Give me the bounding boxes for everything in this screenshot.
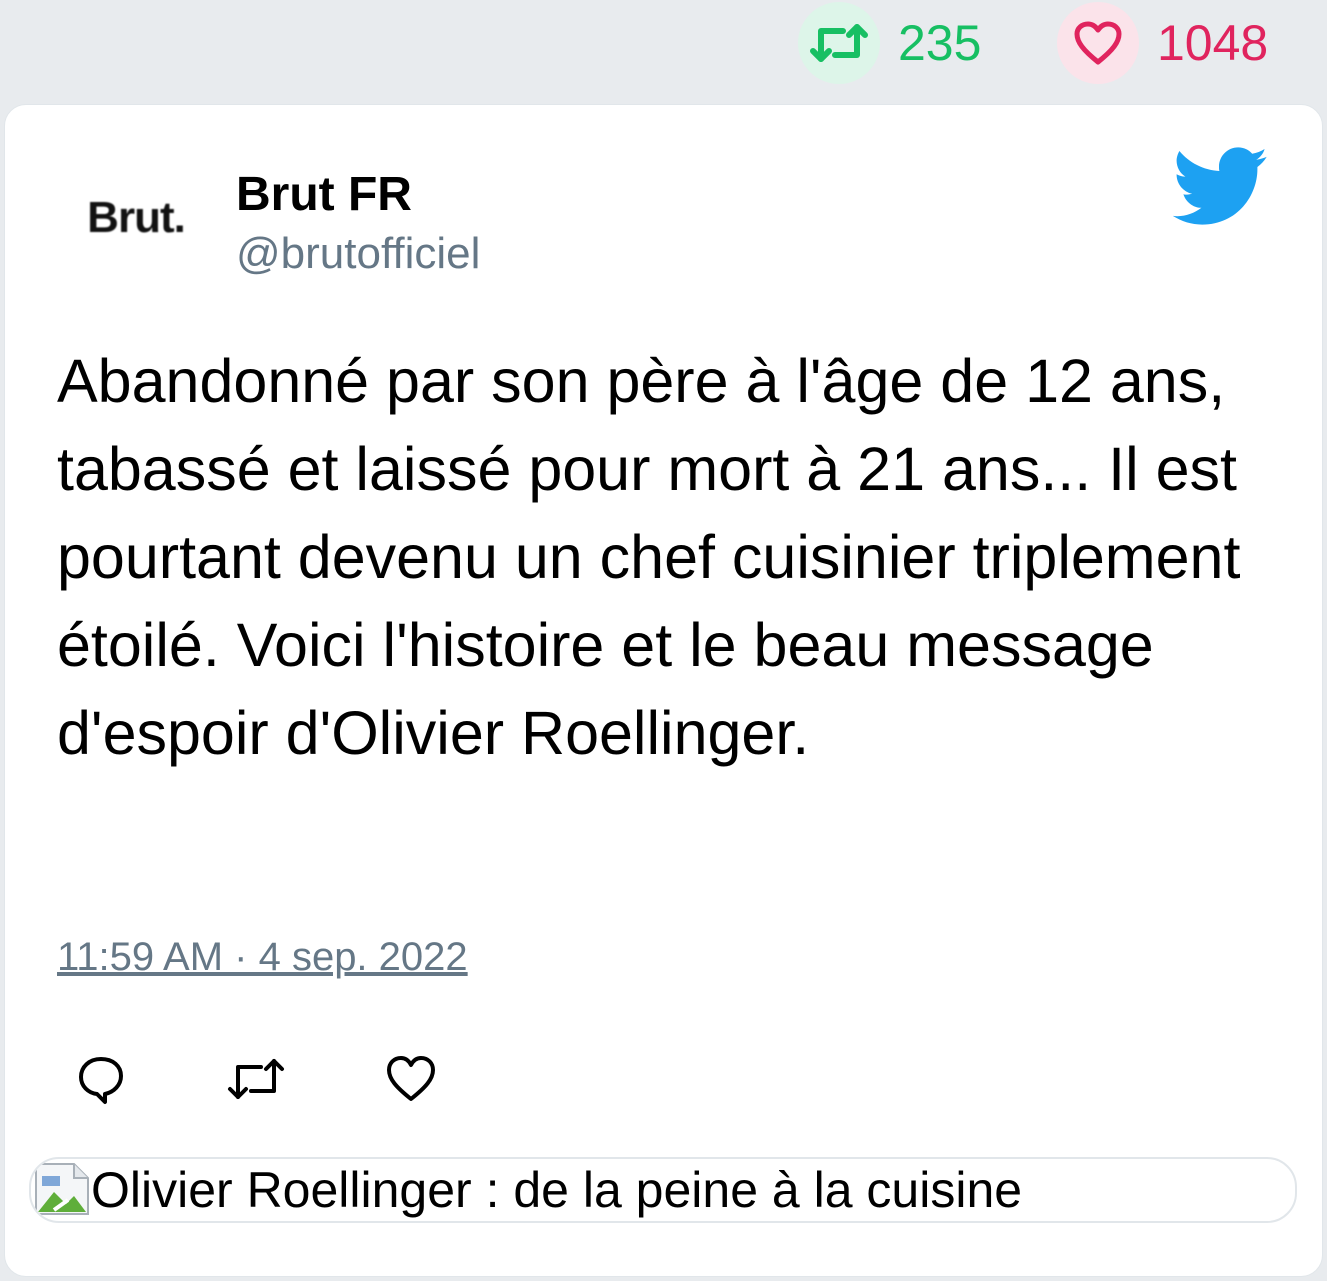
- heart-icon[interactable]: [1057, 2, 1139, 84]
- tweet-text: Abandonné par son père à l'âge de 12 ans…: [57, 347, 1241, 767]
- retweet-icon[interactable]: [798, 2, 880, 84]
- like-count: 1048: [1157, 15, 1269, 71]
- like-stat[interactable]: 1048: [1057, 2, 1268, 84]
- retweet-stat[interactable]: 235: [798, 2, 981, 84]
- retweet-count: 235: [898, 15, 982, 71]
- broken-image-icon: [35, 1163, 89, 1215]
- like-icon[interactable]: [385, 1053, 437, 1105]
- author-handle[interactable]: @brutofficiel: [236, 229, 480, 279]
- link-preview[interactable]: Olivier Roellinger : de la peine à la cu…: [29, 1157, 1297, 1223]
- avatar[interactable]: Brut.: [61, 155, 211, 280]
- tweet-timestamp-link[interactable]: 11:59 AM · 4 sep. 2022: [57, 935, 468, 980]
- retweet-icon[interactable]: [225, 1053, 287, 1105]
- reply-icon[interactable]: [75, 1053, 127, 1105]
- link-preview-title: Olivier Roellinger : de la peine à la cu…: [91, 1162, 1023, 1218]
- twitter-bird-icon[interactable]: [1173, 147, 1269, 227]
- engagement-bar: 235 1048: [0, 0, 1327, 100]
- author-name[interactable]: Brut FR: [236, 167, 412, 222]
- tweet-card: Brut. Brut FR @brutofficiel Abandonné pa…: [4, 104, 1323, 1277]
- avatar-logo-text: Brut.: [87, 192, 186, 242]
